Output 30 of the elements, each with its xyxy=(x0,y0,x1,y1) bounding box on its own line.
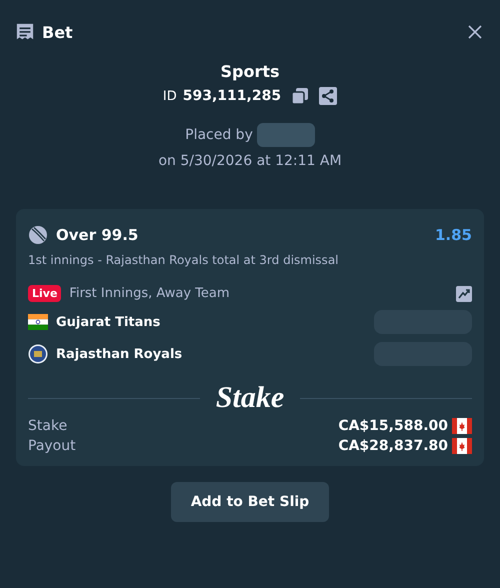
receipt-icon xyxy=(16,22,34,42)
id-label: ID xyxy=(162,88,177,104)
period-label: First Innings, Away Team xyxy=(69,286,231,301)
redacted-block xyxy=(256,123,315,147)
bet-id: 593,111,285 xyxy=(182,88,282,104)
amount-value: CA$28,837.80 xyxy=(338,438,448,454)
team-crest-icon xyxy=(28,344,48,364)
close-icon[interactable] xyxy=(466,23,484,41)
placed-by-label: Placed by xyxy=(185,127,253,143)
selection-name: Over 99.5 xyxy=(56,226,140,244)
add-to-bet-slip-button[interactable]: Add to Bet Slip xyxy=(170,482,330,522)
live-badge: Live xyxy=(28,285,62,302)
amount-value: CA$15,588.00 xyxy=(338,418,448,434)
team-name: Gujarat Titans xyxy=(56,314,162,330)
placed-date: on 5/30/2026 at 12:11 AM xyxy=(158,153,342,169)
brand-logo: Stake xyxy=(216,382,284,414)
canada-flag-icon xyxy=(452,438,472,454)
share-icon[interactable] xyxy=(319,87,338,105)
amount-label: Stake xyxy=(28,418,68,434)
team-name: Rajasthan Royals xyxy=(56,346,184,362)
canada-flag-icon xyxy=(452,418,472,434)
odds-value: 1.85 xyxy=(434,226,472,244)
market-description: 1st innings - Rajasthan Royals total at 3rd dismissal xyxy=(28,253,340,267)
copy-icon[interactable] xyxy=(291,87,310,105)
india-flag-icon xyxy=(28,314,48,330)
dialog-title: Bet xyxy=(42,22,74,42)
bet-category: Sports xyxy=(220,62,280,81)
stats-icon[interactable] xyxy=(456,286,472,302)
ball-icon xyxy=(28,225,48,245)
amount-label: Payout xyxy=(28,438,77,454)
